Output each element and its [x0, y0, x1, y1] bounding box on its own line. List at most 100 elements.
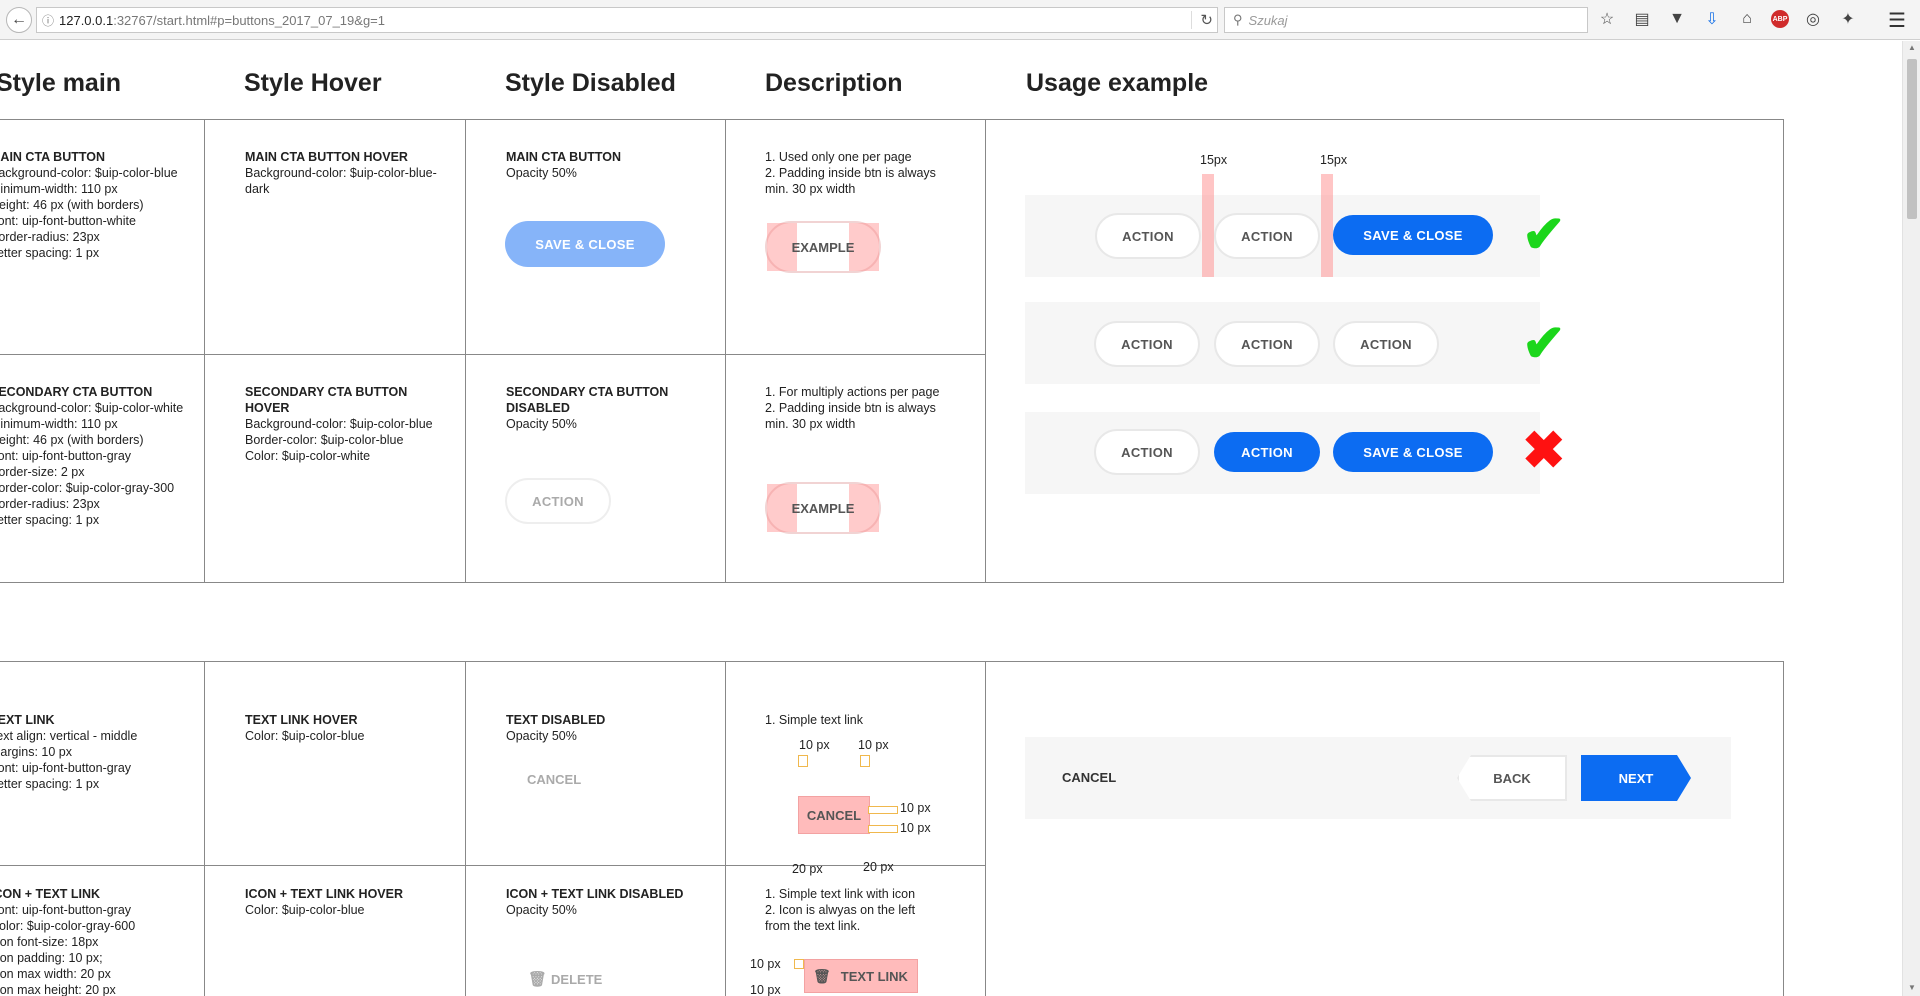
spec-line: Icon padding: 10 px; [0, 951, 103, 965]
spec-line: Minimum-width: 110 px [0, 182, 118, 196]
main-cta-description: 1. Used only one per page 2. Padding ins… [765, 149, 975, 197]
checkmark-icon: ✔ [1522, 206, 1566, 264]
secondary-cta-disabled-spec: SECONDARY CTA BUTTON DISABLED Opacity 50… [506, 384, 711, 432]
margin-guide [868, 806, 898, 814]
spec-line: Margins: 10 px [0, 745, 72, 759]
scrollbar-thumb[interactable] [1907, 59, 1917, 219]
url-rest: :32767/start.html#p=buttons_2017_07_19&g… [113, 12, 385, 28]
action-button-disabled: ACTION [505, 478, 611, 524]
description-line: 1. Simple text link [765, 713, 863, 727]
description-line: 1. Simple text link with icon [765, 887, 916, 901]
main-cta-disabled-title: MAIN CTA BUTTON [506, 150, 622, 164]
action-button[interactable]: ACTION [1214, 213, 1320, 259]
action-button[interactable]: ACTION [1094, 321, 1200, 367]
extension-icon[interactable]: ✦ [1837, 8, 1859, 30]
description-line: 1. Used only one per page [765, 150, 912, 164]
spec-line: Font: uip-font-button-gray [0, 761, 132, 775]
padding-example-button: EXAMPLE [765, 482, 881, 534]
secondary-cta-hover-title: SECONDARY CTA BUTTON HOVER [245, 385, 408, 415]
icon-text-link-disabled-spec: ICON + TEXT LINK DISABLED Opacity 50% [506, 886, 716, 918]
reading-list-icon[interactable]: ▤ [1631, 8, 1653, 30]
description-line: 1. For multiply actions per page [765, 385, 940, 399]
spec-line: Icon max width: 20 px [0, 967, 111, 981]
spec-line: Background-color: $uip-color-blue-dark [245, 166, 437, 196]
icon-text-link-hover-title: ICON + TEXT LINK HOVER [245, 887, 404, 901]
spec-line: Background-color: $uip-color-blue [245, 417, 433, 431]
description-line: 2. Icon is alwyas on the left [765, 903, 916, 917]
measure-label: 10 px [799, 738, 830, 752]
header-description: Description [765, 69, 903, 97]
globe-icon[interactable]: ◎ [1802, 8, 1824, 30]
action-button[interactable]: ACTION [1095, 213, 1201, 259]
padding-example-button: EXAMPLE [765, 221, 881, 273]
header-style-hover: Style Hover [244, 69, 382, 97]
main-cta-hover-title: MAIN CTA BUTTON HOVER [245, 150, 408, 164]
spec-line: Border-size: 2 px [0, 465, 85, 479]
spec-line: Color: $uip-color-blue [245, 729, 365, 743]
measure-label: 10 px [900, 821, 931, 835]
hamburger-menu-icon[interactable]: ☰ [1888, 8, 1906, 33]
text-disabled-title: TEXT DISABLED [506, 713, 606, 727]
info-icon[interactable]: ⓘ [37, 12, 59, 29]
pocket-icon[interactable]: ▼ [1666, 8, 1688, 30]
search-icon: ⚲ [1233, 12, 1243, 27]
spec-line: Color: $uip-color-gray-600 [0, 919, 136, 933]
spec-line: Opacity 50% [506, 729, 577, 743]
save-close-button[interactable]: SAVE & CLOSE [1333, 215, 1493, 255]
column-divider [204, 661, 205, 996]
header-style-main: Style main [0, 69, 122, 97]
search-input[interactable]: ⚲ Szukaj [1224, 7, 1588, 33]
trash-icon: 🗑 [528, 971, 548, 988]
cancel-link[interactable]: CANCEL [1062, 770, 1116, 785]
next-button[interactable]: NEXT [1581, 755, 1691, 801]
home-icon[interactable]: ⌂ [1736, 8, 1758, 30]
reload-icon[interactable]: ↻ [1191, 11, 1213, 29]
spacing-label: 15px [1200, 153, 1228, 167]
scroll-down-arrow-icon[interactable]: ▼ [1908, 983, 1916, 992]
text-link-example: CANCEL [798, 796, 870, 834]
icon-text-link-disabled-title: ICON + TEXT LINK DISABLED [506, 887, 684, 901]
download-icon[interactable]: ⇩ [1701, 8, 1723, 30]
spacing-label: 15px [1320, 153, 1348, 167]
secondary-cta-spec: SECONDARY CTA BUTTON Background-color: $… [0, 384, 195, 528]
column-divider [725, 661, 726, 996]
spec-line: Font: uip-font-button-white [0, 214, 136, 228]
cross-icon: ✖ [1522, 422, 1566, 480]
measure-label: 10 px [750, 983, 781, 996]
spec-line: Text align: vertical - middle [0, 729, 138, 743]
adblock-icon[interactable]: ABP [1771, 10, 1789, 28]
spec-line: Font: uip-font-button-gray [0, 903, 132, 917]
action-button-primary[interactable]: ACTION [1214, 432, 1320, 472]
page-content: Style main Style Hover Style Disabled De… [0, 41, 1902, 996]
spec-line: Height: 46 px (with borders) [0, 433, 144, 447]
back-arrow-icon[interactable]: ← [6, 7, 32, 33]
bookmark-star-icon[interactable]: ☆ [1596, 8, 1618, 30]
measure-label: 20 px [792, 862, 823, 876]
save-close-button-disabled: SAVE & CLOSE [505, 221, 665, 267]
browser-toolbar: ← ⓘ 127.0.0.1:32767/start.html#p=buttons… [0, 0, 1920, 40]
description-line: from the text link. [765, 919, 861, 933]
description-line: min. 30 px width [765, 417, 856, 431]
action-button[interactable]: ACTION [1214, 321, 1320, 367]
text-link-hover-spec: TEXT LINK HOVER Color: $uip-color-blue [245, 712, 450, 744]
text-link-label: TEXT LINK [840, 968, 908, 984]
search-placeholder: Szukaj [1248, 12, 1288, 28]
action-button[interactable]: ACTION [1333, 321, 1439, 367]
save-close-button[interactable]: SAVE & CLOSE [1333, 432, 1493, 472]
back-button[interactable]: BACK [1457, 755, 1567, 801]
text-link-description: 1. Simple text link [765, 712, 975, 728]
delete-link-disabled: 🗑 DELETE [528, 970, 602, 988]
action-button[interactable]: ACTION [1094, 429, 1200, 475]
secondary-cta-title: SECONDARY CTA BUTTON [0, 385, 153, 399]
address-bar[interactable]: ⓘ 127.0.0.1:32767/start.html#p=buttons_2… [36, 7, 1218, 33]
trash-icon: 🗑 [813, 967, 831, 984]
main-cta-title: MAIN CTA BUTTON [0, 150, 106, 164]
vertical-scrollbar[interactable]: ▲ ▼ [1902, 41, 1920, 996]
secondary-cta-disabled-title: SECONDARY CTA BUTTON DISABLED [506, 385, 669, 415]
scroll-up-arrow-icon[interactable]: ▲ [1908, 43, 1916, 52]
spec-line: Letter spacing: 1 px [0, 513, 100, 527]
text-link-spec: TEXT LINK Text align: vertical - middle … [0, 712, 195, 792]
description-line: min. 30 px width [765, 182, 856, 196]
column-divider [465, 119, 466, 583]
header-style-disabled: Style Disabled [505, 69, 676, 97]
